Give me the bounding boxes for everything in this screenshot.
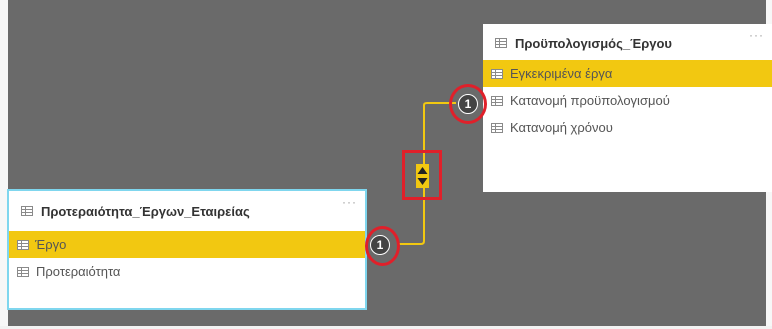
model-canvas[interactable]: Προϋπολογισμός_Έργου ··· Εγκεκριμένα έργ… — [0, 0, 772, 329]
field-label: Κατανομή προϋπολογισμού — [510, 93, 670, 108]
table-card-header[interactable]: Προτεραιότητα_Έργων_Εταιρείας ··· — [9, 191, 365, 231]
field-label: Έργο — [35, 237, 67, 252]
cardinality-badge-right[interactable]: 1 — [458, 94, 478, 114]
cross-filter-direction[interactable] — [402, 150, 442, 200]
table-title: Προτεραιότητα_Έργων_Εταιρείας — [41, 203, 250, 219]
column-icon — [17, 266, 29, 277]
column-icon — [491, 95, 503, 106]
ellipsis-icon[interactable]: ··· — [342, 195, 357, 209]
table-icon — [495, 38, 507, 48]
table-card-budget[interactable]: Προϋπολογισμός_Έργου ··· Εγκεκριμένα έργ… — [483, 24, 772, 192]
column-icon — [491, 68, 503, 79]
column-icon — [491, 122, 503, 133]
cardinality-badge-left[interactable]: 1 — [370, 235, 390, 255]
table-card-priority[interactable]: Προτεραιότητα_Έργων_Εταιρείας ··· Έργο Π… — [7, 189, 367, 310]
field-budget-allocation[interactable]: Κατανομή προϋπολογισμού — [483, 87, 772, 114]
field-label: Προτεραιότητα — [36, 264, 121, 279]
field-project[interactable]: Έργο — [9, 231, 365, 258]
ellipsis-icon[interactable]: ··· — [749, 28, 764, 42]
table-card-header[interactable]: Προϋπολογισμός_Έργου ··· — [483, 24, 772, 62]
bidirectional-arrows-icon — [417, 167, 428, 185]
field-approved-projects[interactable]: Εγκεκριμένα έργα — [483, 60, 772, 87]
field-priority[interactable]: Προτεραιότητα — [9, 258, 365, 285]
table-icon — [21, 206, 33, 216]
column-icon — [17, 239, 29, 250]
field-time-allocation[interactable]: Κατανομή χρόνου — [483, 114, 772, 141]
field-label: Εγκεκριμένα έργα — [510, 66, 613, 81]
table-title: Προϋπολογισμός_Έργου — [515, 35, 672, 51]
field-label: Κατανομή χρόνου — [510, 120, 613, 135]
cross-filter-indicator — [416, 164, 429, 188]
